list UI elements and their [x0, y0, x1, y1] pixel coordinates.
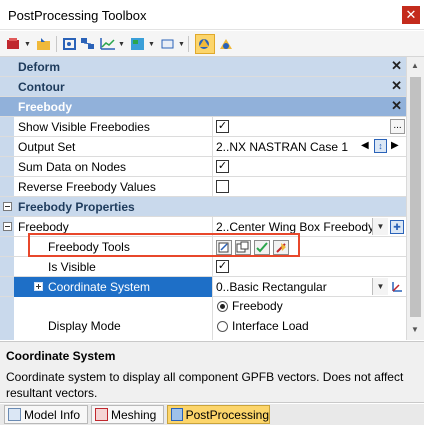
category-contour-label: Contour — [18, 80, 65, 94]
category-deform-label: Deform — [18, 60, 61, 74]
coordinate-system-label: Coordinate System — [48, 280, 151, 294]
is-visible-checkbox[interactable]: ✓ — [216, 260, 229, 273]
collapse-properties-icon[interactable] — [3, 202, 12, 211]
show-visible-checkbox[interactable]: ✓ — [216, 120, 229, 133]
scroll-up-icon[interactable]: ▲ — [411, 61, 419, 70]
tab-postprocessing[interactable]: PostProcessing — [167, 405, 270, 424]
row-show-visible: Show Visible Freebodies ✓ ... — [0, 117, 406, 137]
is-visible-label: Is Visible — [48, 260, 96, 274]
category-deform[interactable]: Deform ✕ — [0, 57, 406, 77]
expand-coordinate-icon[interactable] — [34, 282, 43, 291]
bottom-tabs: Model Info Meshing PostProcessing — [0, 404, 424, 425]
row-output-set: Output Set 2..NX NASTRAN Case 1 ◀ ↕ ▶ — [0, 137, 406, 157]
freebody-properties-label: Freebody Properties — [18, 200, 135, 214]
radio-freebody[interactable] — [217, 301, 228, 312]
row-sum-data: Sum Data on Nodes ✓ — [0, 157, 406, 177]
show-visible-label: Show Visible Freebodies — [18, 120, 150, 134]
ellipsis-button[interactable]: ... — [390, 119, 405, 134]
tab-model-info-label: Model Info — [24, 407, 81, 422]
reverse-checkbox[interactable] — [216, 180, 229, 193]
toolbar: ▼ ▼ ▼ ▼ — [0, 31, 424, 57]
row-is-visible: Is Visible ✓ — [0, 257, 406, 277]
description-text: Coordinate system to display all compone… — [6, 370, 404, 400]
tab-meshing[interactable]: Meshing — [91, 405, 164, 424]
subcategory-freebody-properties[interactable]: Freebody Properties — [0, 197, 406, 217]
select-icon[interactable]: ▼ — [160, 35, 185, 53]
scroll-thumb[interactable] — [410, 77, 421, 317]
freebody-icon[interactable] — [195, 34, 215, 54]
scroll-down-icon[interactable]: ▼ — [411, 325, 419, 334]
radio-interface-load[interactable] — [217, 321, 228, 332]
output-set-label: Output Set — [18, 140, 76, 154]
tab-meshing-label: Meshing — [111, 407, 157, 422]
row-coordinate-system[interactable]: Coordinate System 0..Basic Rectangular ▼ — [0, 277, 406, 297]
chart-icon[interactable]: ▼ — [100, 35, 125, 53]
description-title: Coordinate System — [6, 349, 116, 363]
tab-model-info[interactable]: Model Info — [4, 405, 88, 424]
annotation-highlight — [28, 233, 300, 257]
prev-arrow-icon[interactable]: ◀ — [361, 140, 369, 151]
postprocess-icon[interactable]: ▼ — [6, 35, 31, 53]
row-reverse: Reverse Freebody Values — [0, 177, 406, 197]
coordinate-system-value[interactable]: 0..Basic Rectangular — [216, 280, 327, 294]
display-mode-label: Display Mode — [48, 319, 121, 333]
view-icon[interactable]: ▼ — [130, 35, 155, 53]
group-icon[interactable] — [80, 35, 96, 53]
category-contour[interactable]: Contour ✕ — [0, 77, 406, 97]
coordinate-axes-icon[interactable] — [390, 279, 404, 297]
collapse-freebody-icon[interactable] — [3, 222, 12, 231]
select-set-icon[interactable]: ↕ — [374, 139, 387, 153]
title-bar: PostProcessing Toolbox ✕ — [0, 0, 424, 30]
freebody-label: Freebody — [18, 220, 69, 234]
freebody-dropdown-icon[interactable]: ▼ — [372, 218, 388, 235]
mesh-icon[interactable] — [62, 35, 78, 53]
property-grid: Deform ✕ Contour ✕ Freebody ✕ Show Visib… — [0, 57, 406, 340]
category-freebody[interactable]: Freebody ✕ — [0, 97, 406, 117]
postprocessing-icon — [171, 408, 183, 421]
freebody-manager-icon[interactable]: ✚ — [390, 220, 404, 234]
meshing-icon — [95, 408, 108, 421]
radio-interface-load-label: Interface Load — [232, 319, 309, 333]
collapse-icon[interactable]: ✕ — [391, 98, 402, 114]
vertical-scrollbar[interactable]: ▲ ▼ — [406, 57, 424, 340]
output-set-value[interactable]: 2..NX NASTRAN Case 1 — [216, 140, 348, 154]
collapse-icon[interactable]: ✕ — [391, 58, 402, 74]
freebody-value[interactable]: 2..Center Wing Box Freebody — [216, 220, 374, 234]
close-icon[interactable]: ✕ — [402, 6, 420, 24]
category-freebody-label: Freebody — [18, 100, 73, 114]
radio-freebody-label: Freebody — [232, 299, 283, 313]
reverse-label: Reverse Freebody Values — [18, 180, 156, 194]
coordinate-dropdown-icon[interactable]: ▼ — [372, 278, 388, 295]
description-pane: Coordinate System Coordinate system to d… — [0, 341, 424, 403]
model-info-icon — [8, 408, 21, 421]
window-title: PostProcessing Toolbox — [8, 8, 147, 23]
open-icon[interactable] — [36, 35, 52, 53]
color-icon[interactable] — [218, 35, 234, 53]
next-arrow-icon[interactable]: ▶ — [391, 140, 399, 151]
sum-data-label: Sum Data on Nodes — [18, 160, 127, 174]
tab-postprocessing-label: PostProcessing — [185, 407, 269, 422]
collapse-icon[interactable]: ✕ — [391, 78, 402, 94]
row-display-mode: Display Mode Freebody Interface Load — [0, 297, 406, 340]
sum-data-checkbox[interactable]: ✓ — [216, 160, 229, 173]
